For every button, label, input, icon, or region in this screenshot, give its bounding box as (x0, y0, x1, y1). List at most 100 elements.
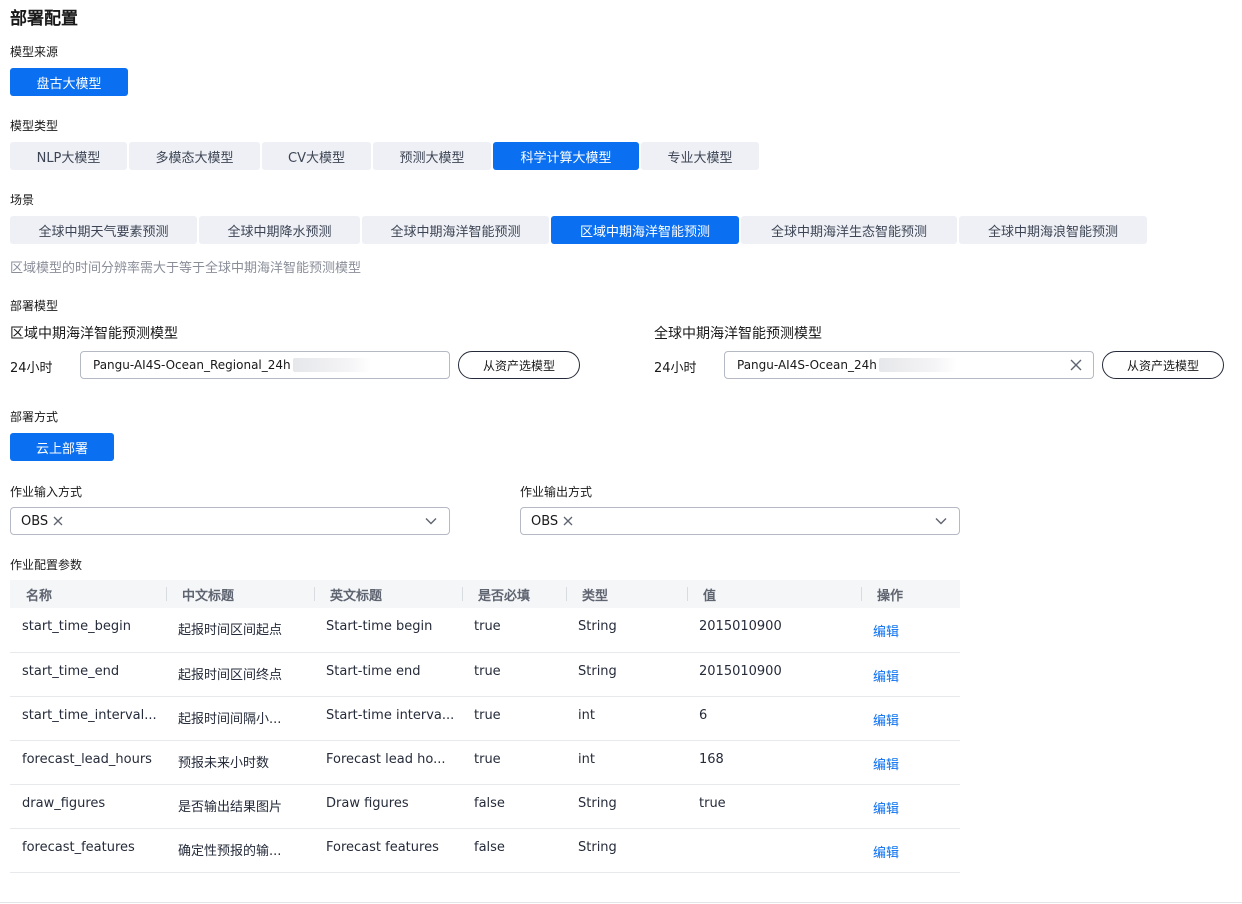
cell-action: 编辑 (861, 828, 960, 873)
cell-type: String (566, 608, 687, 653)
edit-link[interactable]: 编辑 (873, 842, 899, 861)
table-header-row: 名称 中文标题 英文标题 是否必填 类型 值 操作 (10, 580, 960, 608)
cell-required: false (462, 784, 566, 829)
tab-global-wave-forecast[interactable]: 全球中期海浪智能预测 (959, 216, 1147, 244)
global-model-title: 全球中期海洋智能预测模型 (654, 326, 822, 342)
cell-type: String (566, 652, 687, 697)
cell-action: 编辑 (861, 784, 960, 829)
cell-cn-title: 起报时间区间终点 (166, 652, 314, 697)
table-row: start_time_begin 起报时间区间起点 Start-time begin… (10, 608, 960, 653)
cell-en-title: Draw figures (314, 784, 462, 829)
table-row: start_time_interval... 起报时间间隔小... Start-ti… (10, 696, 960, 741)
cell-cn-title: 确定性预报的输... (166, 828, 314, 873)
job-input-chip: OBS (21, 512, 63, 530)
regional-select-from-assets-button[interactable]: 从资产选模型 (458, 351, 580, 379)
tab-nlp-model[interactable]: NLP大模型 (10, 142, 127, 170)
model-source-label: 模型来源 (10, 45, 59, 59)
job-output-chip-label: OBS (531, 513, 559, 529)
cell-type: int (566, 740, 687, 785)
tab-forecast-model[interactable]: 预测大模型 (373, 142, 491, 170)
edit-link[interactable]: 编辑 (873, 666, 899, 685)
job-output-chip: OBS (531, 512, 573, 530)
deploy-method-label: 部署方式 (10, 410, 59, 424)
cell-cn-title: 是否输出结果图片 (166, 784, 314, 829)
tab-regional-ocean-forecast[interactable]: 区域中期海洋智能预测 (551, 216, 739, 244)
chevron-down-icon[interactable] (935, 516, 947, 526)
divider (0, 902, 1242, 903)
job-params-table: 名称 中文标题 英文标题 是否必填 类型 值 操作 start_time_beg… (10, 580, 960, 873)
model-type-tabs: NLP大模型 多模态大模型 CV大模型 预测大模型 科学计算大模型 专业大模型 (10, 142, 759, 170)
cell-required: true (462, 652, 566, 697)
regional-model-input[interactable]: Pangu-AI4S-Ocean_Regional_24h (80, 351, 450, 379)
tab-professional-model[interactable]: 专业大模型 (641, 142, 759, 170)
cell-value: 2015010900 (687, 608, 861, 653)
cell-value (687, 828, 861, 873)
job-input-chip-label: OBS (21, 513, 49, 529)
cell-cn-title: 起报时间区间起点 (166, 608, 314, 653)
cell-name: start_time_begin (10, 608, 166, 653)
regional-model-duration: 24小时 (10, 361, 53, 376)
column-header-value: 值 (687, 580, 861, 608)
remove-chip-icon[interactable] (53, 516, 63, 526)
cell-type: int (566, 696, 687, 741)
cell-name: start_time_interval... (10, 696, 166, 741)
global-select-from-assets-button[interactable]: 从资产选模型 (1102, 351, 1224, 379)
cell-type: String (566, 784, 687, 829)
cell-name: start_time_end (10, 652, 166, 697)
table-row: forecast_features 确定性预报的输... Forecast feat… (10, 828, 960, 873)
cell-value: true (687, 784, 861, 829)
cell-value: 2015010900 (687, 652, 861, 697)
column-header-en-title: 英文标题 (314, 580, 462, 608)
tab-global-ocean-forecast[interactable]: 全球中期海洋智能预测 (362, 216, 549, 244)
redacted-text (292, 358, 371, 372)
scenario-hint: 区域模型的时间分辨率需大于等于全球中期海洋智能预测模型 (10, 261, 362, 276)
edit-link[interactable]: 编辑 (873, 754, 899, 773)
cell-en-title: Forecast features (314, 828, 462, 873)
cell-required: true (462, 608, 566, 653)
cell-en-title: Start-time interva... (314, 696, 462, 741)
cell-required: true (462, 740, 566, 785)
tab-scientific-computing-model[interactable]: 科学计算大模型 (493, 142, 639, 170)
tab-global-precipitation-forecast[interactable]: 全球中期降水预测 (199, 216, 360, 244)
redacted-text (878, 358, 957, 372)
job-output-label: 作业输出方式 (520, 485, 593, 499)
column-header-cn-title: 中文标题 (166, 580, 314, 608)
table-row: draw_figures 是否输出结果图片 Draw figures false Str… (10, 784, 960, 829)
column-header-name: 名称 (10, 580, 166, 608)
cell-cn-title: 预报未来小时数 (166, 740, 314, 785)
tab-multimodal-model[interactable]: 多模态大模型 (129, 142, 260, 170)
page-title: 部署配置 (10, 9, 78, 29)
job-input-select[interactable]: OBS (10, 507, 450, 535)
edit-link[interactable]: 编辑 (873, 621, 899, 640)
cell-value: 6 (687, 696, 861, 741)
regional-model-value: Pangu-AI4S-Ocean_Regional_24h (93, 358, 291, 372)
regional-model-title: 区域中期海洋智能预测模型 (10, 326, 178, 342)
cell-name: forecast_lead_hours (10, 740, 166, 785)
model-source-button[interactable]: 盘古大模型 (10, 68, 128, 96)
chevron-down-icon[interactable] (425, 516, 437, 526)
scenario-label: 场景 (10, 193, 35, 207)
remove-chip-icon[interactable] (563, 516, 573, 526)
column-header-action: 操作 (861, 580, 960, 608)
job-output-select[interactable]: OBS (520, 507, 960, 535)
cell-cn-title: 起报时间间隔小... (166, 696, 314, 741)
table-row: start_time_end 起报时间区间终点 Start-time end true… (10, 652, 960, 697)
cell-name: draw_figures (10, 784, 166, 829)
cloud-deploy-button[interactable]: 云上部署 (10, 433, 114, 461)
global-model-input[interactable]: Pangu-AI4S-Ocean_24h (724, 351, 1094, 379)
cell-value: 168 (687, 740, 861, 785)
cell-name: forecast_features (10, 828, 166, 873)
column-header-type: 类型 (566, 580, 687, 608)
cell-action: 编辑 (861, 696, 960, 741)
global-model-value: Pangu-AI4S-Ocean_24h (737, 358, 877, 372)
job-input-label: 作业输入方式 (10, 485, 83, 499)
edit-link[interactable]: 编辑 (873, 798, 899, 817)
cell-action: 编辑 (861, 740, 960, 785)
clear-icon[interactable] (1069, 358, 1083, 372)
tab-cv-model[interactable]: CV大模型 (262, 142, 371, 170)
global-model-duration: 24小时 (654, 361, 697, 376)
model-type-label: 模型类型 (10, 119, 59, 133)
tab-global-ocean-ecology-forecast[interactable]: 全球中期海洋生态智能预测 (741, 216, 957, 244)
edit-link[interactable]: 编辑 (873, 710, 899, 729)
tab-global-weather-forecast[interactable]: 全球中期天气要素预测 (10, 216, 197, 244)
